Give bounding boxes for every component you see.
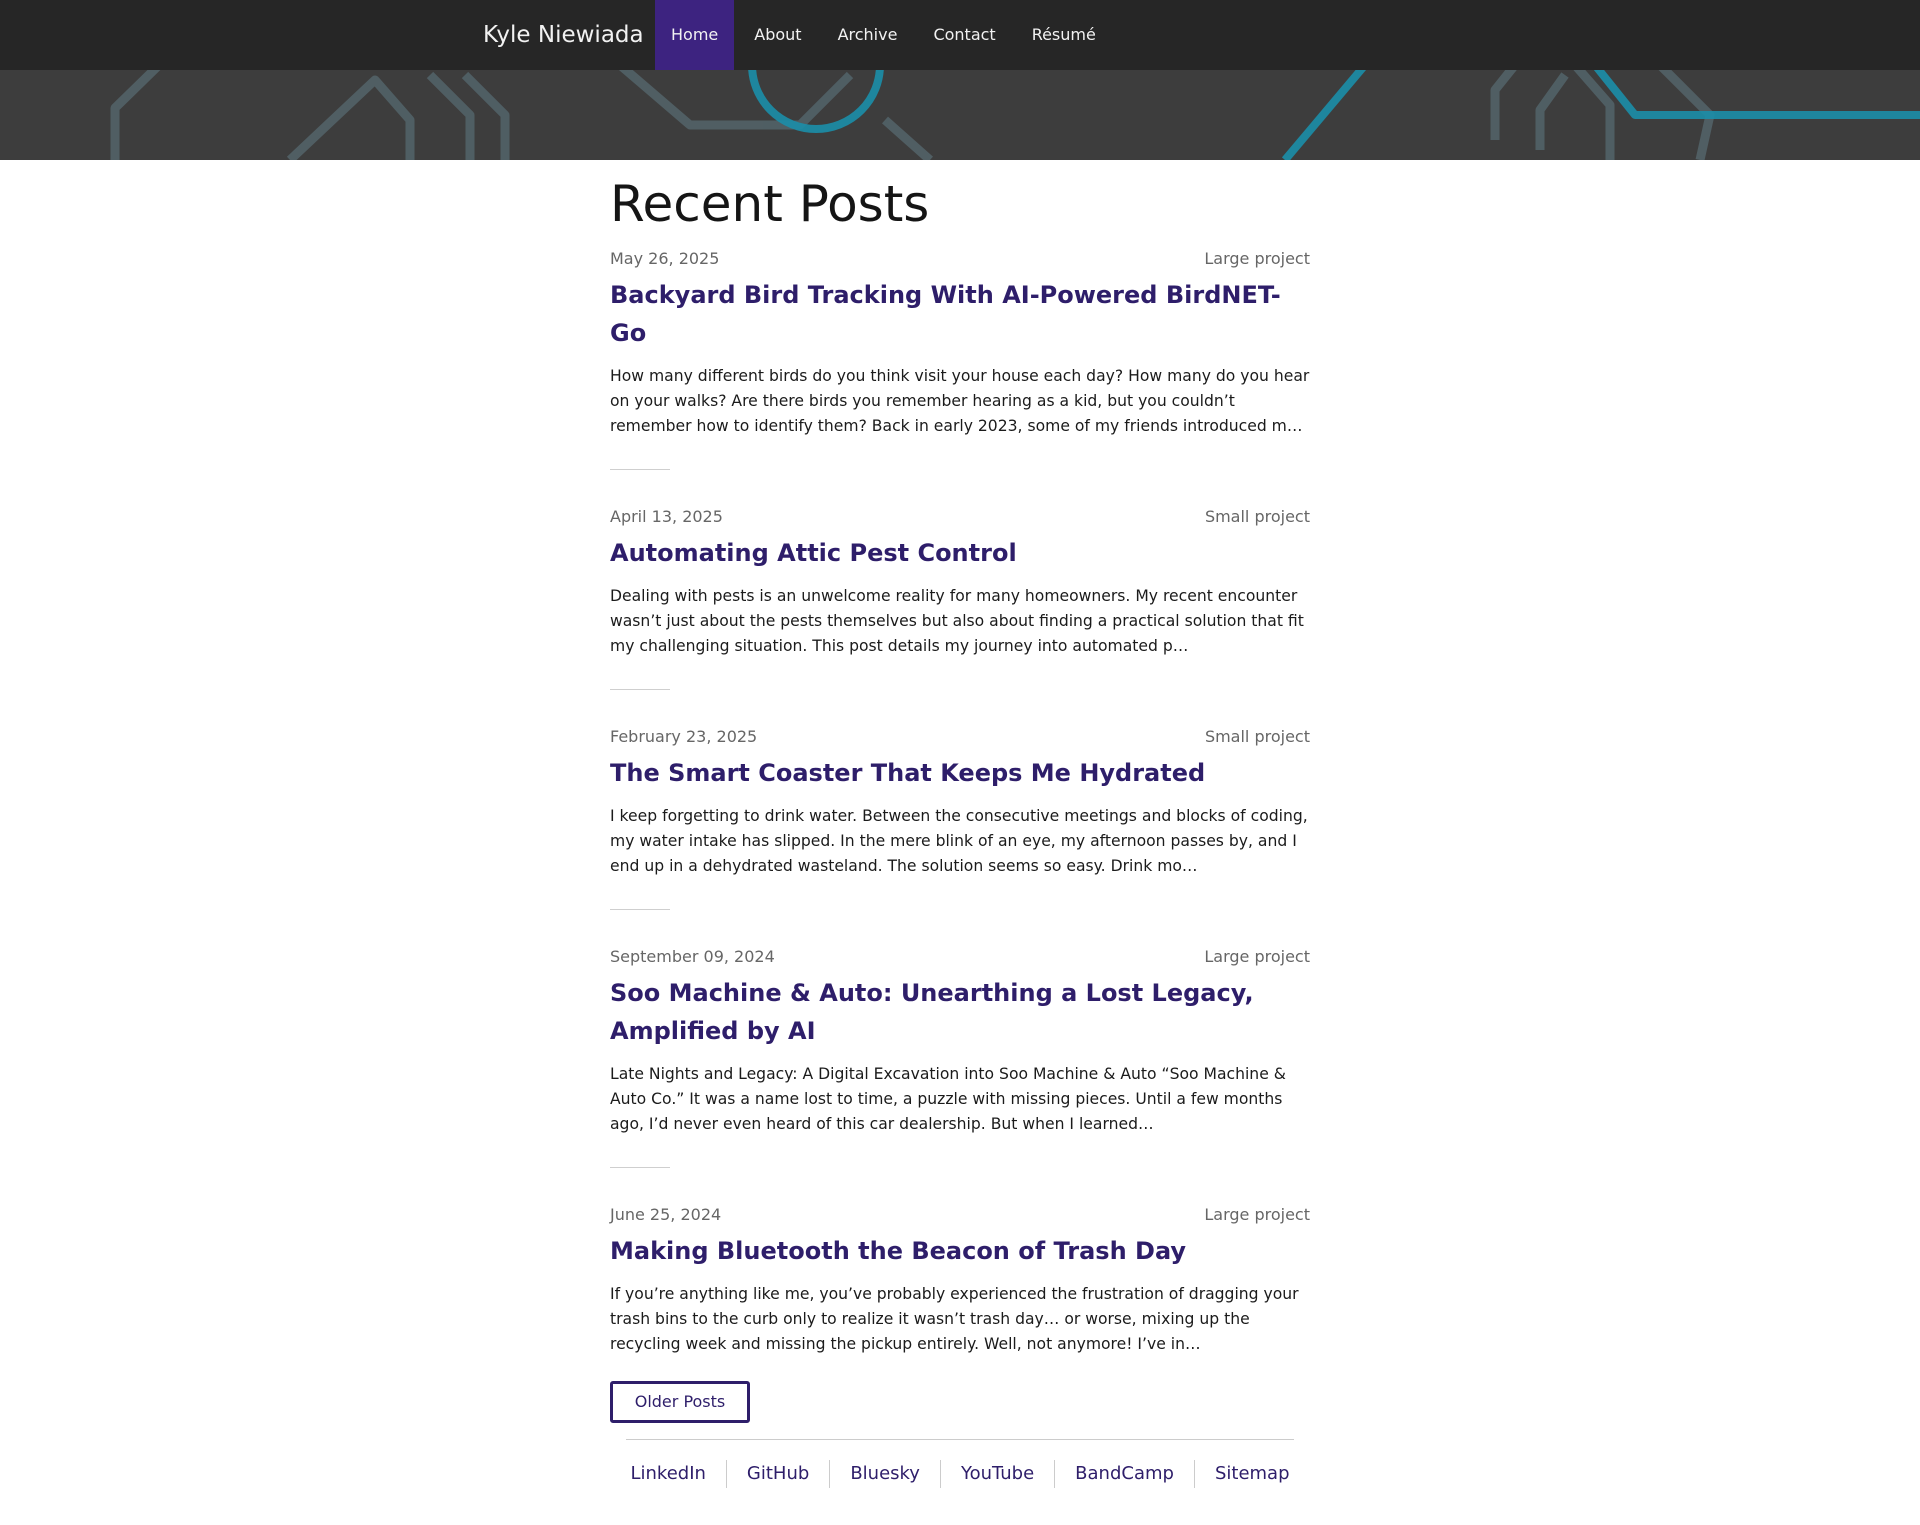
post-category: Large project: [1204, 946, 1310, 966]
post-excerpt: I keep forgetting to drink water. Betwee…: [610, 806, 1308, 875]
post-item: April 13, 2025 Small project Automating …: [610, 506, 1310, 690]
post-meta: September 09, 2024 Large project: [610, 946, 1310, 968]
post-excerpt: How many different birds do you think vi…: [610, 366, 1310, 435]
header-banner: [0, 70, 1920, 160]
footer-link-youtube[interactable]: YouTube: [939, 1460, 1054, 1488]
post-date: September 09, 2024: [610, 946, 775, 966]
post-title-link[interactable]: Backyard Bird Tracking With AI-Powered B…: [610, 276, 1310, 352]
post-category: Large project: [1204, 248, 1310, 268]
post-excerpt: Late Nights and Legacy: A Digital Excava…: [610, 1064, 1286, 1133]
post-title-link[interactable]: Making Bluetooth the Beacon of Trash Day: [610, 1232, 1310, 1270]
post-title-link[interactable]: The Smart Coaster That Keeps Me Hydrated: [610, 754, 1310, 792]
post-meta: February 23, 2025 Small project: [610, 726, 1310, 748]
footer-link-sitemap[interactable]: Sitemap: [1193, 1460, 1310, 1488]
post-category: Large project: [1204, 1204, 1310, 1224]
main-content: Recent Posts May 26, 2025 Large project …: [610, 160, 1310, 1424]
site-brand-link[interactable]: Kyle Niewiada: [483, 0, 644, 70]
post-title-link[interactable]: Automating Attic Pest Control: [610, 534, 1310, 572]
post-item: May 26, 2025 Large project Backyard Bird…: [610, 248, 1310, 470]
post-meta: April 13, 2025 Small project: [610, 506, 1310, 528]
post-meta: May 26, 2025 Large project: [610, 248, 1310, 270]
footer-link-bluesky[interactable]: Bluesky: [829, 1460, 940, 1488]
post-item: February 23, 2025 Small project The Smar…: [610, 726, 1310, 910]
post-divider: [610, 908, 670, 910]
post-date: April 13, 2025: [610, 506, 723, 526]
circuit-pattern-graphic: [110, 70, 1920, 160]
footer-link-linkedin[interactable]: LinkedIn: [610, 1460, 725, 1488]
post-divider: [610, 688, 670, 690]
top-navbar: Kyle Niewiada Home About Archive Contact…: [0, 0, 1920, 70]
post-meta: June 25, 2024 Large project: [610, 1204, 1310, 1226]
post-date: May 26, 2025: [610, 248, 720, 268]
post-category: Small project: [1204, 726, 1310, 746]
post-divider: [610, 1166, 670, 1168]
post-excerpt: Dealing with pests is an unwelcome reali…: [610, 586, 1304, 655]
page-title: Recent Posts: [610, 175, 930, 233]
nav-menu: Home About Archive Contact Résumé: [655, 0, 1112, 70]
post-date: February 23, 2025: [610, 726, 758, 746]
post-category: Small project: [1204, 506, 1310, 526]
footer-links: LinkedIn GitHub Bluesky YouTube BandCamp…: [626, 1460, 1294, 1488]
post-divider: [610, 468, 670, 470]
nav-item-resume[interactable]: Résumé: [1016, 0, 1112, 70]
footer-link-bandcamp[interactable]: BandCamp: [1054, 1460, 1194, 1488]
footer-link-github[interactable]: GitHub: [725, 1460, 829, 1488]
footer-divider: [626, 1439, 1294, 1440]
post-title-link[interactable]: Soo Machine & Auto: Unearthing a Lost Le…: [610, 974, 1310, 1050]
nav-item-archive[interactable]: Archive: [822, 0, 914, 70]
nav-item-home[interactable]: Home: [655, 0, 735, 70]
nav-item-contact[interactable]: Contact: [917, 0, 1011, 70]
older-posts-button[interactable]: Older Posts: [610, 1381, 750, 1423]
post-excerpt: If you’re anything like me, you’ve proba…: [610, 1284, 1299, 1353]
nav-item-about[interactable]: About: [738, 0, 817, 70]
post-item: September 09, 2024 Large project Soo Mac…: [610, 946, 1310, 1168]
post-item: June 25, 2024 Large project Making Bluet…: [610, 1204, 1310, 1388]
post-date: June 25, 2024: [610, 1204, 722, 1224]
